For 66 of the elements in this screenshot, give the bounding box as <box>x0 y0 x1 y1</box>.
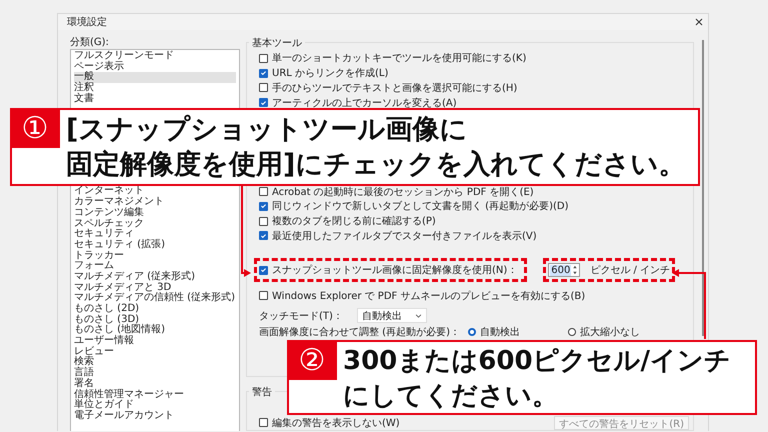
option-label: 編集の警告を表示しない(W) <box>272 416 400 430</box>
checkbox[interactable] <box>259 231 268 240</box>
category-item[interactable]: フォーム <box>74 261 236 272</box>
checkbox[interactable] <box>259 202 268 211</box>
category-item[interactable]: ユーザー情報 <box>74 336 236 347</box>
touch-mode-dropdown[interactable]: 自動検出 <box>356 308 427 324</box>
spin-arrows-icon[interactable] <box>571 264 580 276</box>
option-label: Windows Explorer で PDF サムネールのプレビューを有効にする(B) <box>272 290 586 303</box>
checkbox[interactable] <box>259 266 268 275</box>
callout-text: にしてください。 <box>343 380 559 413</box>
unit-label: ピクセル / インチ <box>590 264 670 278</box>
option-label: 複数のタブを閉じる前に確認する(P) <box>272 214 436 228</box>
category-item[interactable]: 言語 <box>74 368 236 379</box>
checkbox[interactable] <box>259 54 268 63</box>
category-item[interactable]: カラーマネジメント <box>74 197 236 208</box>
option-label: Acrobat の起動時に最後のセッションから PDF を開く(E) <box>272 186 534 199</box>
checkbox[interactable] <box>259 187 268 196</box>
caret-icon <box>414 314 422 318</box>
category-item[interactable]: 署名 <box>74 378 236 390</box>
option-label: 最近使用したファイルタブでスター付きファイルを表示(V) <box>272 230 537 243</box>
callout-text: 固定解像度を使用]にチェックを入れてください。 <box>66 148 686 182</box>
checkbox[interactable] <box>259 98 268 108</box>
category-item[interactable]: マルチメディアの信頼性 (従来形式) <box>74 293 236 304</box>
checkbox[interactable] <box>259 83 268 92</box>
category-item[interactable]: ページ表示 <box>74 62 236 72</box>
resolution-spinbox[interactable]: 600 <box>548 263 580 278</box>
group-title: 警告 <box>249 385 275 400</box>
option-label: 手のひらツールでテキストと画像を選択可能にする(H) <box>272 82 518 95</box>
step-number-badge: ① <box>10 108 60 148</box>
checkbox[interactable] <box>259 291 268 300</box>
group-title: 基本ツール <box>249 36 305 50</box>
category-item[interactable]: 電子メールアカウント <box>74 410 236 422</box>
option-label: URL からリンクを作成(L) <box>272 66 388 80</box>
touch-mode-label: タッチモード(T)： <box>259 310 343 323</box>
callout-text: [スナップショットツール画像に <box>66 113 468 147</box>
scrollbar[interactable] <box>702 40 704 336</box>
category-item[interactable]: スペルチェック <box>74 218 236 230</box>
step-number-badge: ② <box>287 340 337 380</box>
option-label: 単一のショートカットキーでツールを使用可能にする(K) <box>272 52 526 66</box>
close-icon[interactable] <box>695 18 703 26</box>
callout-text: 300または600ピクセル/インチ <box>343 345 732 378</box>
radio-button[interactable] <box>568 328 576 336</box>
category-item[interactable]: マルチメディア (従来形式) <box>74 272 236 283</box>
category-item[interactable]: ものさし (2D) <box>74 304 236 315</box>
scaling-label: 画面解像度に合わせて調整 (再起動が必要)： <box>259 326 460 340</box>
category-item[interactable]: 注釈 <box>74 83 236 94</box>
category-item[interactable]: インターネット <box>74 186 236 198</box>
category-item[interactable]: 文書 <box>74 94 236 104</box>
checkbox[interactable] <box>259 68 268 78</box>
radio-label: 拡大縮小なし <box>580 326 640 340</box>
category-item[interactable]: コンテンツ編集 <box>74 208 236 218</box>
category-item[interactable]: セキュリティ <box>74 229 236 240</box>
category-item[interactable]: トラッカー <box>74 250 236 262</box>
category-label: 分類(G): <box>70 36 110 49</box>
option-label: アーティクルの上でカーソルを変える(A) <box>272 96 457 110</box>
checkbox[interactable] <box>259 216 268 226</box>
category-item[interactable]: 単位とガイド <box>74 400 236 411</box>
category-item[interactable]: 信頼性管理マネージャー <box>74 390 236 400</box>
radio-label: 自動検出 <box>480 326 520 340</box>
category-item[interactable]: セキュリティ (拡張) <box>74 240 236 251</box>
option-label: 同じウィンドウで新しいタブとして文書を開く (再起動が必要)(D) <box>272 200 568 214</box>
radio-button[interactable] <box>468 328 476 336</box>
category-item[interactable]: フルスクリーンモード <box>74 51 236 62</box>
window-title: 環境設定 <box>67 16 107 29</box>
checkbox[interactable] <box>259 418 268 428</box>
option-label: スナップショットツール画像に固定解像度を使用(N)： <box>272 264 518 278</box>
